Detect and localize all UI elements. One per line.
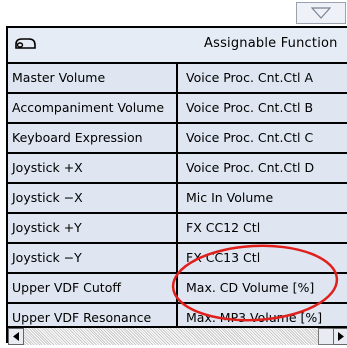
function-cell[interactable]: Voice Proc. Cnt.Ctl D bbox=[180, 154, 347, 182]
function-cell[interactable]: Accompaniment Volume bbox=[8, 94, 178, 122]
arrow-left-icon bbox=[13, 332, 19, 341]
scroll-left-button[interactable] bbox=[8, 328, 24, 345]
function-cell[interactable]: Joystick −Y bbox=[8, 244, 178, 272]
function-cell[interactable]: Voice Proc. Cnt.Ctl B bbox=[180, 94, 347, 122]
function-cell[interactable]: Joystick +Y bbox=[8, 214, 178, 242]
function-cell[interactable]: Upper VDF Cutoff bbox=[8, 274, 178, 302]
function-cell[interactable]: Keyboard Expression bbox=[8, 124, 178, 152]
panel-title: Assignable Function bbox=[204, 36, 338, 51]
table-row: Joystick +X Voice Proc. Cnt.Ctl D bbox=[8, 154, 347, 184]
annotation-circle bbox=[171, 244, 339, 322]
function-cell[interactable]: FX CC12 Ctl bbox=[180, 214, 347, 242]
table-row: Accompaniment Volume Voice Proc. Cnt.Ctl… bbox=[8, 94, 347, 124]
function-cell[interactable]: Voice Proc. Cnt.Ctl A bbox=[180, 64, 347, 92]
dropdown-button[interactable] bbox=[296, 2, 346, 24]
scroll-right-button[interactable] bbox=[333, 328, 347, 345]
panel-header: Assignable Function bbox=[8, 28, 347, 64]
table-row: Keyboard Expression Voice Proc. Cnt.Ctl … bbox=[8, 124, 347, 154]
horizontal-scrollbar[interactable] bbox=[8, 326, 347, 345]
pedal-icon bbox=[15, 38, 36, 49]
table-row: Master Volume Voice Proc. Cnt.Ctl A bbox=[8, 64, 347, 94]
function-cell[interactable]: Joystick +X bbox=[8, 154, 178, 182]
function-cell[interactable]: Voice Proc. Cnt.Ctl C bbox=[180, 124, 347, 152]
chevron-down-icon bbox=[311, 7, 331, 19]
scroll-thumb[interactable] bbox=[318, 328, 334, 345]
arrow-right-icon bbox=[338, 332, 344, 341]
function-cell[interactable]: Mic In Volume bbox=[180, 184, 347, 212]
function-cell[interactable]: Master Volume bbox=[8, 64, 178, 92]
function-cell[interactable]: Joystick −X bbox=[8, 184, 178, 212]
table-row: Joystick −X Mic In Volume bbox=[8, 184, 347, 214]
